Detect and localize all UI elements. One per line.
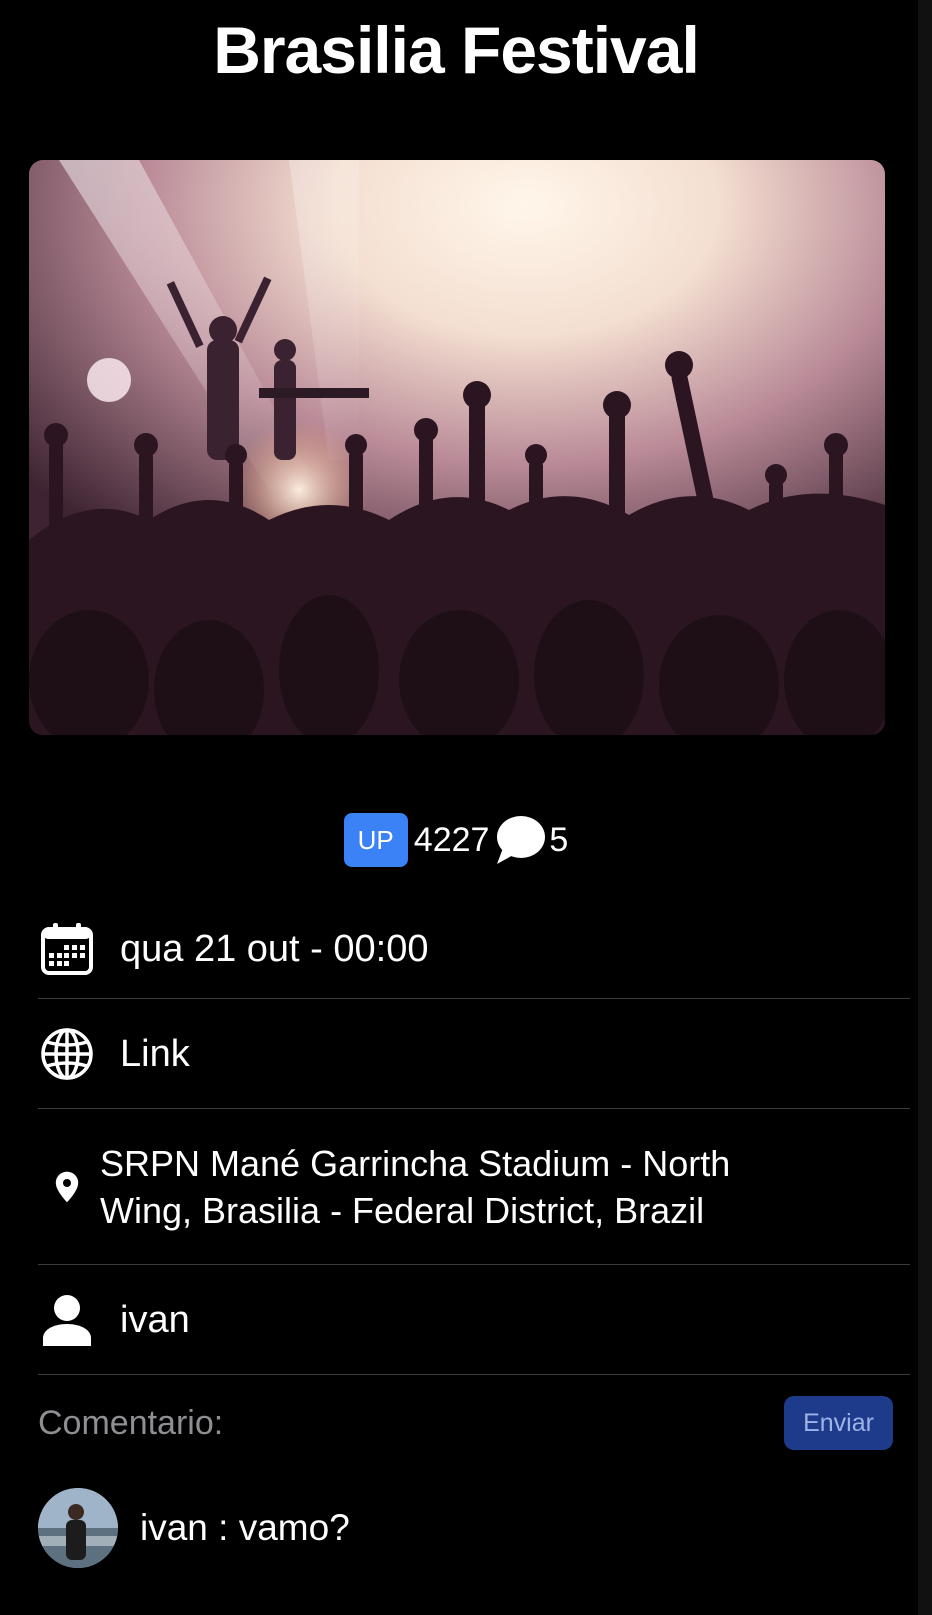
upvote-count: 4227 — [413, 820, 490, 859]
event-organizer-row: ivan — [38, 1266, 910, 1375]
event-title: Brasilia Festival — [213, 13, 700, 87]
event-location: SRPN Mané Garrincha Stadium - North Wing… — [100, 1143, 731, 1231]
event-date-row: qua 21 out - 00:00 — [38, 900, 910, 999]
map-pin-icon — [38, 1170, 96, 1204]
comment-input[interactable] — [38, 1403, 638, 1443]
comment-form: Enviar — [38, 1395, 893, 1451]
event-link-row[interactable]: Link — [38, 1000, 910, 1109]
avatar[interactable] — [38, 1488, 118, 1568]
event-link[interactable]: Link — [120, 1033, 190, 1076]
event-stats: UP 4227 5 — [0, 812, 912, 868]
comment-count: 5 — [549, 820, 569, 859]
event-location-row: SRPN Mané Garrincha Stadium - North Wing… — [38, 1110, 910, 1265]
calendar-icon — [38, 922, 96, 976]
send-button[interactable]: Enviar — [784, 1396, 893, 1450]
upvote-button[interactable]: UP — [343, 813, 408, 867]
event-date: qua 21 out - 00:00 — [120, 927, 429, 970]
comment-item: ivan : vamo? — [38, 1488, 350, 1568]
scroll-edge — [918, 0, 932, 1615]
comment-text: ivan : vamo? — [140, 1507, 350, 1548]
speech-bubble-icon[interactable] — [491, 812, 547, 868]
event-image — [29, 160, 885, 735]
globe-icon — [38, 1026, 96, 1082]
person-icon — [38, 1294, 96, 1346]
event-organizer: ivan — [120, 1298, 190, 1341]
